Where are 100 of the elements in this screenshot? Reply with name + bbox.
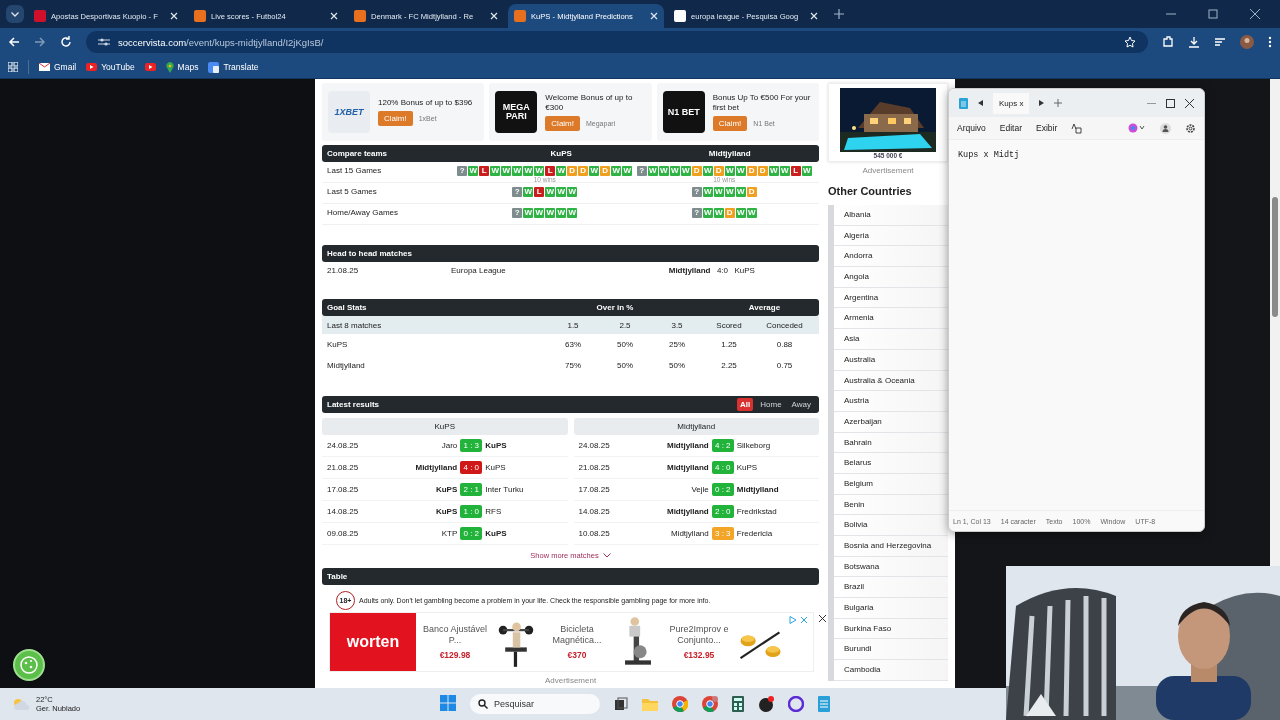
match-score: 4:0	[715, 266, 730, 275]
country-link[interactable]: Bahrain	[834, 432, 948, 454]
site-info-icon[interactable]	[98, 37, 110, 47]
tab-search-button[interactable]	[6, 5, 24, 23]
country-link[interactable]: Bulgaria	[834, 598, 948, 619]
match-date: 17.08.25	[327, 485, 360, 494]
assistant-icon[interactable]	[1128, 123, 1146, 133]
bookmark-star-icon[interactable]	[1124, 36, 1136, 48]
country-link[interactable]: Botswana	[834, 556, 948, 578]
country-link[interactable]: Azerbaijan	[834, 411, 948, 433]
site-icon	[34, 10, 46, 22]
match-date: 14.08.25	[578, 507, 611, 516]
form-badge: ?	[691, 187, 702, 197]
menu-item[interactable]: Arquivo	[957, 123, 986, 133]
site-icon	[674, 10, 686, 22]
country-link[interactable]: Bosnia and Herzegovina	[834, 536, 948, 557]
forward-icon[interactable]	[34, 36, 46, 48]
download-icon[interactable]	[1188, 36, 1200, 48]
form-badge: D	[724, 208, 735, 218]
search-icon	[478, 699, 488, 709]
country-link[interactable]: Argentina	[834, 287, 948, 309]
team-name: Midtjylland	[327, 361, 366, 370]
calculator-icon[interactable]	[732, 696, 744, 712]
scrollbar-thumb[interactable]	[1272, 197, 1278, 317]
search-field[interactable]: Pesquisar	[470, 694, 600, 714]
country-link[interactable]: Australia	[834, 349, 948, 371]
task-view-icon[interactable]	[614, 697, 628, 711]
form-badge: D	[600, 166, 611, 176]
restore-icon[interactable]	[1208, 9, 1218, 19]
form-badge: L	[790, 166, 801, 176]
start-button[interactable]	[440, 694, 456, 714]
avatar-icon[interactable]	[1240, 35, 1254, 49]
close-icon[interactable]	[1185, 98, 1194, 108]
bookmark[interactable]: YouTube	[86, 62, 135, 72]
address-bar[interactable]: soccervista.com/event/kups-midtjylland/I2jKgIsB/	[86, 31, 1148, 53]
form-badge: W	[746, 208, 757, 218]
menu-icon[interactable]	[1268, 36, 1272, 48]
browser-icon[interactable]	[672, 696, 688, 712]
country-link[interactable]: Armenia	[834, 308, 948, 330]
menu-item[interactable]: Exibir	[1036, 123, 1058, 133]
app-icon[interactable]	[758, 696, 774, 712]
row-label: Home/Away Games	[327, 208, 399, 217]
close-icon[interactable]	[819, 615, 826, 622]
browser-icon[interactable]	[702, 696, 718, 712]
filter-tab[interactable]: Home	[757, 398, 785, 411]
form-badge: W	[622, 166, 633, 176]
bookmark[interactable]: Translate	[208, 61, 259, 73]
new-tab-icon[interactable]	[1054, 99, 1063, 107]
maximize-icon[interactable]	[1166, 98, 1175, 108]
ad-choices-icon[interactable]	[789, 616, 809, 624]
close-icon[interactable]	[1250, 9, 1260, 19]
team-name: KuPS	[736, 463, 759, 472]
country-link[interactable]: Burundi	[834, 639, 948, 661]
filter-tab[interactable]: All	[737, 398, 754, 411]
apps-icon[interactable]	[8, 62, 18, 72]
score-badge: 4 : 0	[460, 461, 483, 474]
reading-list-icon[interactable]	[1214, 36, 1226, 48]
country-link[interactable]: Austria	[834, 391, 948, 412]
form-badge: W	[702, 166, 713, 176]
mail-icon	[39, 63, 50, 71]
form-badge: W	[724, 166, 735, 176]
country-link[interactable]: Cambodia	[834, 660, 948, 681]
app-icon[interactable]	[788, 696, 804, 712]
extensions-icon[interactable]	[1162, 36, 1174, 48]
form-badge: W	[611, 166, 622, 176]
row-label: Last 15 Games	[327, 166, 383, 175]
country-link[interactable]: Bolivia	[834, 515, 948, 536]
settings-icon[interactable]	[1185, 122, 1196, 134]
back-icon[interactable]	[8, 36, 20, 48]
country-link[interactable]: Albania	[834, 205, 948, 226]
country-link[interactable]: Benin	[834, 494, 948, 516]
column-group-header: Over in %	[595, 303, 635, 312]
country-link[interactable]: Asia	[834, 329, 948, 350]
country-link[interactable]: Australia & Oceania	[834, 370, 948, 392]
column-header: Midtjylland	[573, 418, 819, 435]
table-cell-text: 50%	[616, 340, 634, 349]
font-size-icon[interactable]	[1071, 122, 1083, 134]
country-link[interactable]: Angola	[834, 267, 948, 288]
account-icon[interactable]	[1160, 122, 1171, 134]
bookmark[interactable]: Maps	[165, 61, 199, 73]
play-icon[interactable]	[144, 63, 156, 71]
country-link[interactable]: Belarus	[834, 453, 948, 474]
form-badge: W	[647, 166, 658, 176]
menu-item[interactable]: Editar	[999, 123, 1023, 133]
filter-tab[interactable]: Away	[788, 398, 814, 411]
bookmark[interactable]: Gmail	[39, 62, 77, 72]
country-link[interactable]: Andorra	[834, 246, 948, 268]
country-link[interactable]: Algeria	[834, 225, 948, 247]
form-badge: W	[589, 166, 600, 176]
scroll-left-icon[interactable]	[978, 100, 983, 106]
team-name: Inter Turku	[485, 485, 525, 494]
reload-icon[interactable]	[60, 36, 72, 48]
form-badge: W	[735, 208, 746, 218]
new-tab-icon[interactable]	[834, 9, 844, 19]
scroll-right-icon[interactable]	[1039, 100, 1045, 106]
country-link[interactable]: Belgium	[834, 473, 948, 495]
country-link[interactable]: Brazil	[834, 577, 948, 599]
form-badge: W	[702, 208, 713, 218]
document-tab[interactable]: Kups x	[993, 92, 1030, 114]
country-link[interactable]: Burkina Faso	[834, 618, 948, 640]
